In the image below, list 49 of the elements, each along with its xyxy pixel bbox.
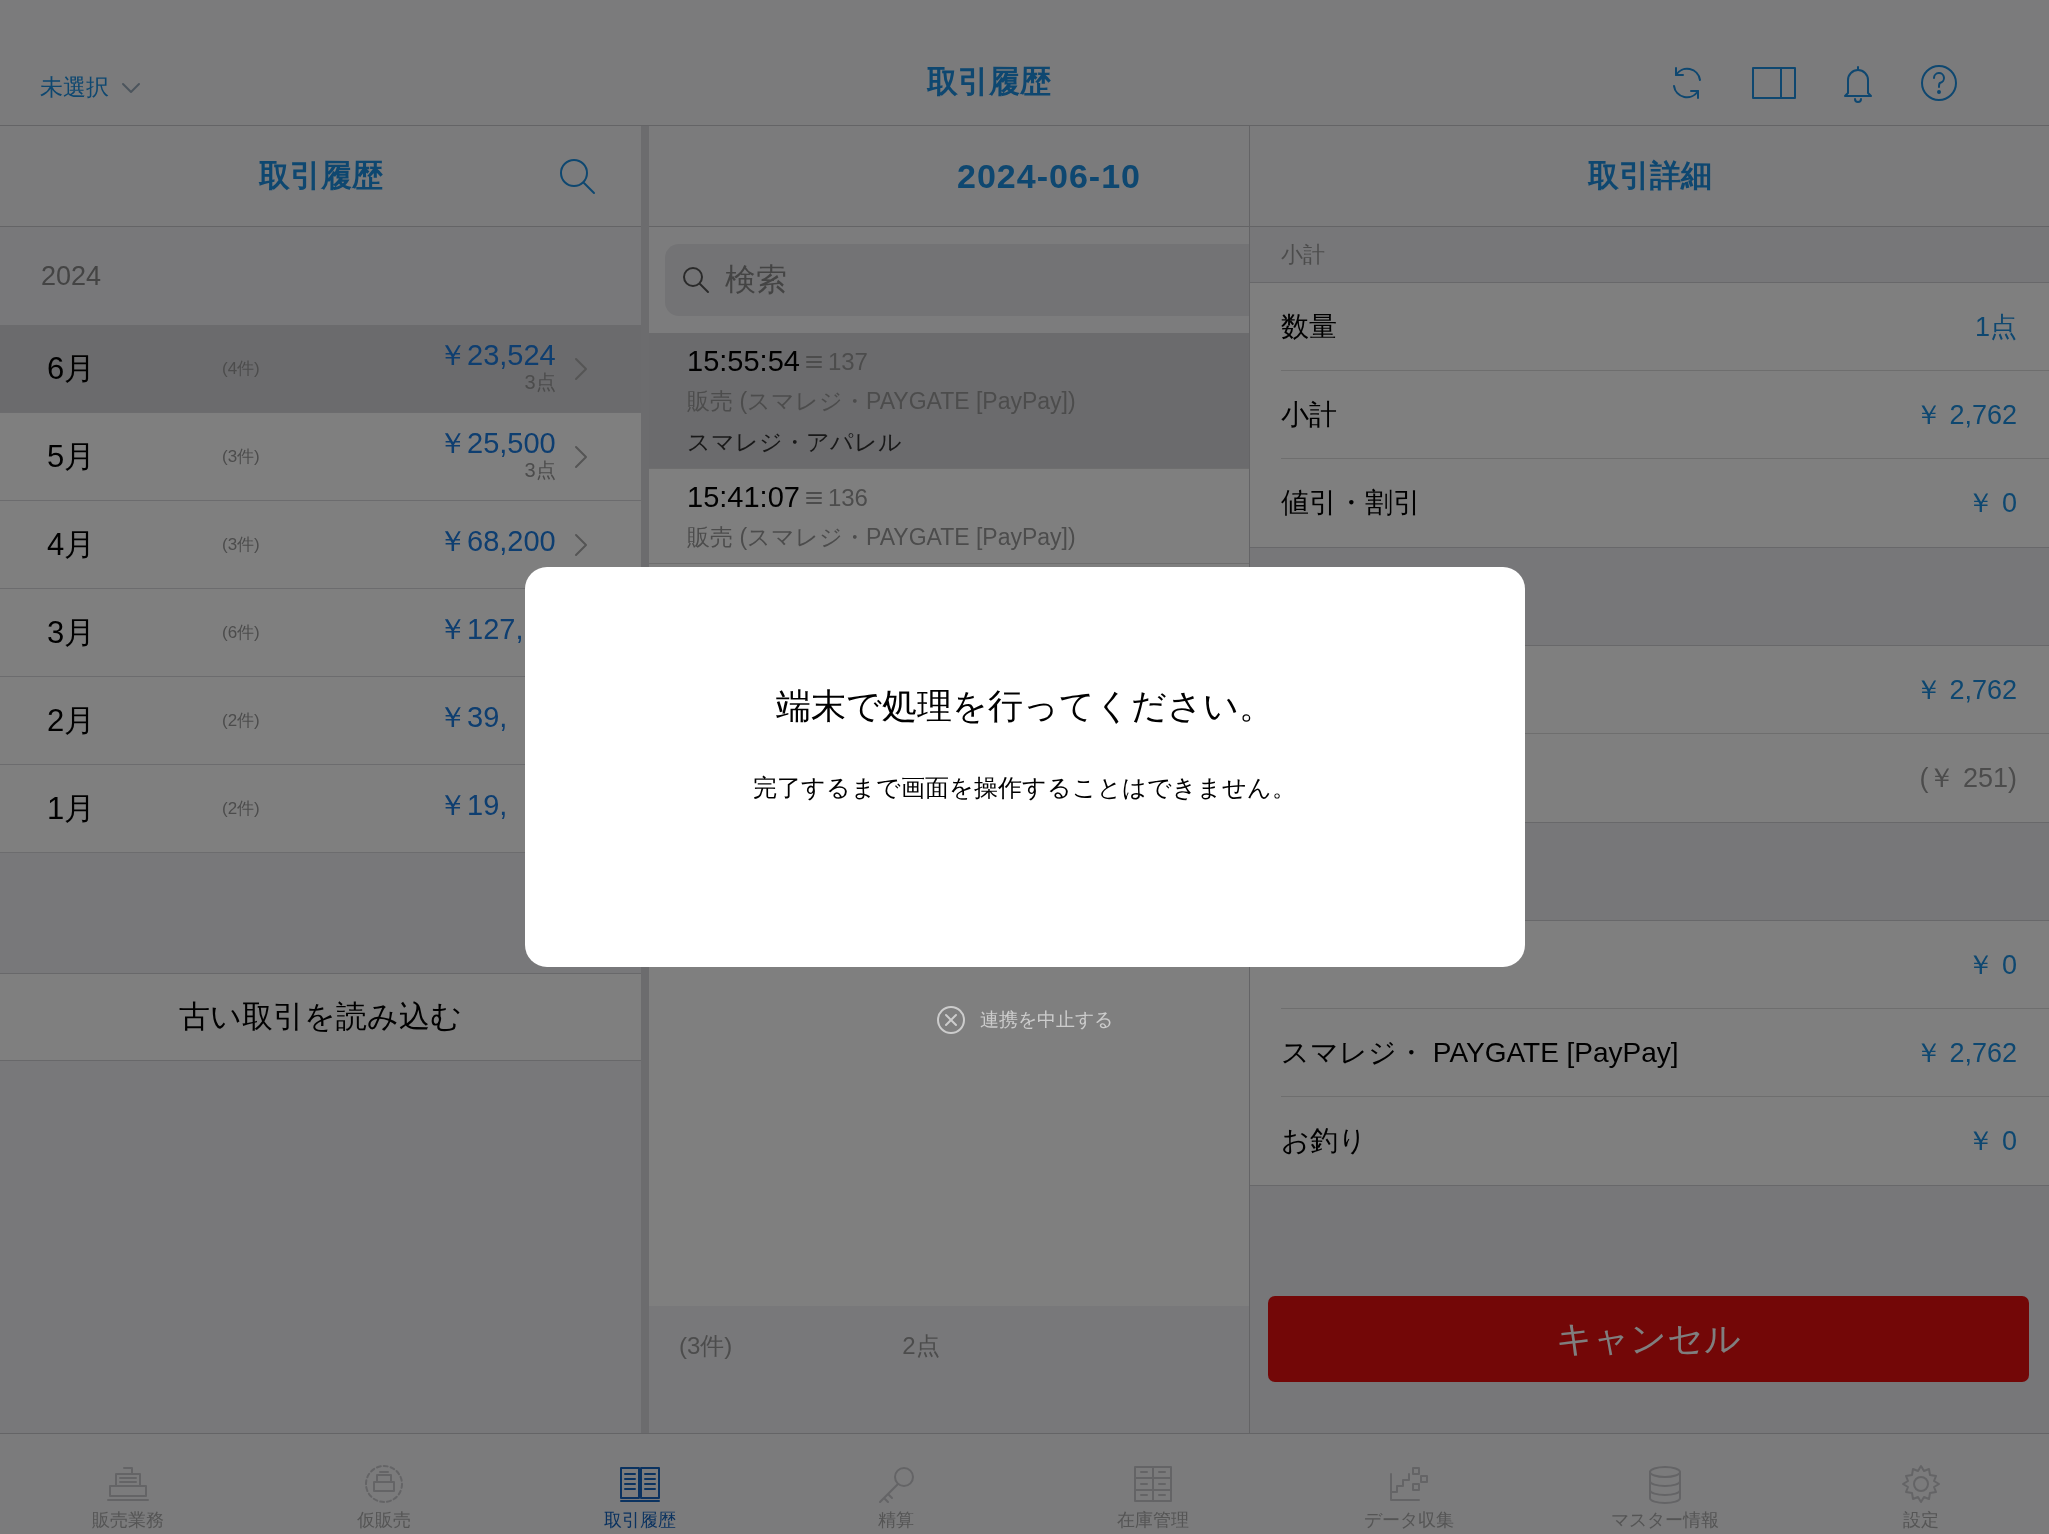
month-label: 5月 <box>47 437 97 476</box>
detail-value: ￥ 0 <box>1967 487 2017 520</box>
cancel-button[interactable]: キャンセル <box>1268 1296 2029 1382</box>
help-icon[interactable] <box>1919 63 1959 103</box>
month-amount: ￥68,200 <box>438 523 556 558</box>
tab[interactable]: 取引履歴 <box>512 1434 769 1534</box>
detail-label: スマレジ・ PAYGATE [PayPay] <box>1281 1035 1679 1070</box>
detail-value: ￥ 0 <box>1967 948 2017 982</box>
month-amount: ￥19, <box>438 787 508 822</box>
close-circle-icon <box>936 1005 966 1035</box>
search-icon <box>681 265 711 295</box>
dialog-message: 完了するまで画面を操作することはできません。 <box>753 773 1296 803</box>
detail-label: 値引・割引 <box>1281 486 1421 520</box>
chevron-down-icon <box>121 81 141 94</box>
month-label: 6月 <box>47 349 97 388</box>
store-name: スマレジ・アパレル <box>687 428 903 457</box>
transaction-time: 15:41:07 <box>687 481 800 514</box>
panel-title: 取引詳細 <box>1587 157 1712 195</box>
month-amount: ￥25,500 <box>438 425 556 460</box>
store-selector[interactable]: 未選択 <box>40 72 141 103</box>
detail-label: お釣り <box>1281 1124 1367 1158</box>
month-label: 4月 <box>47 525 97 564</box>
list-icon <box>805 354 822 369</box>
detail-value: ￥ 2,762 <box>1914 1036 2017 1070</box>
load-more-button[interactable]: 古い取引を読み込む <box>0 973 641 1061</box>
page-title: 取引履歴 <box>926 63 1051 101</box>
stop-link[interactable]: 連携を中止する <box>936 1005 1113 1035</box>
open-book-icon <box>618 1464 663 1504</box>
month-amount: ￥39, <box>438 699 508 734</box>
detail-value: ￥ 0 <box>1967 1125 2017 1158</box>
detail-label: 小計 <box>1281 397 1337 432</box>
list-icon <box>805 490 822 505</box>
month-label: 1月 <box>47 789 97 828</box>
panel-title: 取引履歴 <box>258 157 383 195</box>
month-label: 2月 <box>47 701 97 740</box>
search-icon[interactable] <box>557 156 597 196</box>
detail-value: ￥ 2,762 <box>1914 673 2017 707</box>
detail-value: 1点 <box>1974 310 2017 344</box>
cash-register-icon <box>106 1464 151 1504</box>
month-amount: ￥127, <box>438 611 524 646</box>
month-label: 3月 <box>47 613 97 652</box>
detail-label: 数量 <box>1281 309 1337 344</box>
dialog-title: 端末で処理を行ってください。 <box>775 685 1274 727</box>
panel-title: 2024-06-10 <box>957 156 1141 196</box>
detail-value: ￥ 2,762 <box>1914 398 2017 432</box>
transaction-time: 15:55:54 <box>687 345 800 378</box>
month-amount: ￥23,524 <box>438 337 556 372</box>
sidebar-panel-icon[interactable] <box>1751 65 1797 101</box>
bell-icon[interactable] <box>1841 63 1875 103</box>
